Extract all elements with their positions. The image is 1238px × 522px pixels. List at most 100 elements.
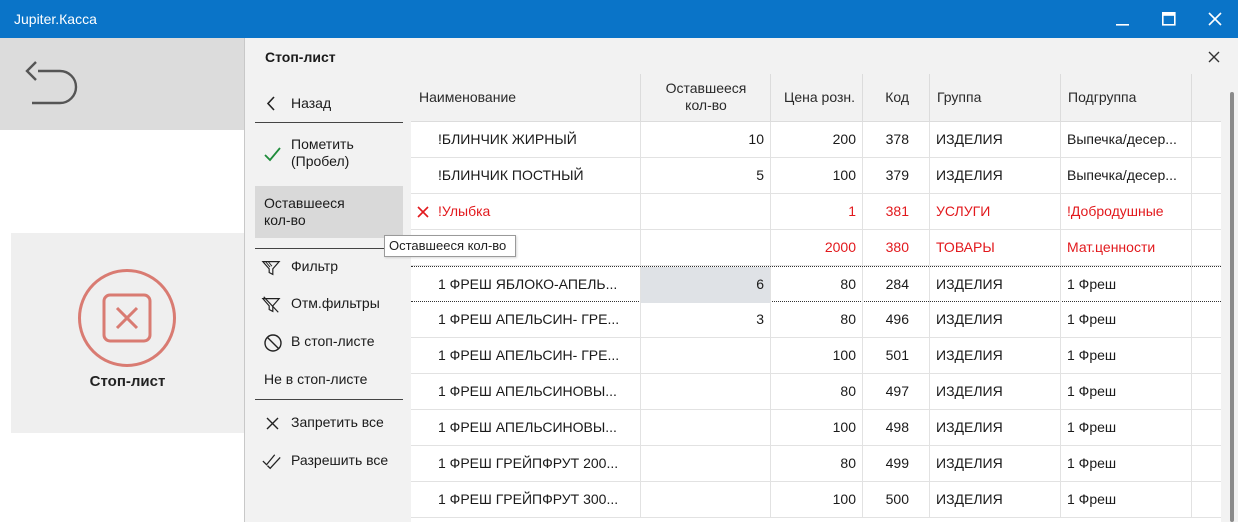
table-row[interactable]: 1 ФРЕШ ГРЕЙПФРУТ 300... 100 500 ИЗДЕЛИЯ 1 Фр… <box>411 482 1221 518</box>
cell-group[interactable]: УСЛУГИ <box>930 194 1061 230</box>
back-tile[interactable] <box>0 38 244 130</box>
column-header-name[interactable]: Наименование <box>411 74 641 122</box>
cell-subgroup[interactable]: 1 Фреш <box>1061 446 1192 482</box>
cell-subgroup[interactable]: 1 Фреш <box>1061 482 1192 518</box>
cell-remaining[interactable]: 5 <box>641 158 771 194</box>
cell-remaining[interactable] <box>641 410 771 446</box>
cell-price[interactable]: 80 <box>771 374 863 410</box>
cell-code[interactable]: 379 <box>863 158 930 194</box>
cell-group[interactable]: ИЗДЕЛИЯ <box>930 122 1061 158</box>
cell-subgroup[interactable]: Выпечка/десер... <box>1061 122 1192 158</box>
column-header-code[interactable]: Код <box>863 74 930 122</box>
allow-all-button[interactable]: Разрешить все <box>255 452 403 472</box>
in-stoplist-button[interactable]: В стоп-листе <box>255 333 403 353</box>
column-header-subgroup[interactable]: Подгруппа <box>1061 74 1192 122</box>
cell-code[interactable]: 381 <box>863 194 930 230</box>
cell-group[interactable]: ИЗДЕЛИЯ <box>930 446 1061 482</box>
chevron-left-icon <box>266 96 275 111</box>
cell-name[interactable]: 1 ФРЕШ АПЕЛЬСИНОВЫ... <box>411 410 641 446</box>
cell-group[interactable]: ИЗДЕЛИЯ <box>930 374 1061 410</box>
cell-group[interactable]: ИЗДЕЛИЯ <box>930 482 1061 518</box>
cell-price[interactable]: 100 <box>771 338 863 374</box>
cell-remaining[interactable] <box>641 230 771 266</box>
cell-code[interactable]: 497 <box>863 374 930 410</box>
cell-group[interactable]: ИЗДЕЛИЯ <box>930 158 1061 194</box>
cell-code[interactable]: 500 <box>863 482 930 518</box>
maximize-button[interactable] <box>1146 0 1192 38</box>
cell-price[interactable]: 80 <box>771 446 863 482</box>
close-button[interactable] <box>1192 0 1238 38</box>
cell-code[interactable]: 284 <box>863 267 930 303</box>
cell-remaining[interactable] <box>641 446 771 482</box>
cell-group[interactable]: ИЗДЕЛИЯ <box>930 410 1061 446</box>
cell-price[interactable]: 2000 <box>771 230 863 266</box>
cell-name[interactable]: 1 ФРЕШ АПЕЛЬСИНОВЫ... <box>411 374 641 410</box>
cell-code[interactable]: 498 <box>863 410 930 446</box>
remaining-qty-button[interactable]: Оставшееся кол-во <box>255 186 403 238</box>
table-row[interactable]: 2000 380 ТОВАРЫ Мат.ценности <box>411 230 1221 266</box>
clear-filters-button[interactable]: Отм.фильтры <box>255 295 403 315</box>
cell-remaining[interactable] <box>641 482 771 518</box>
cell-price[interactable]: 100 <box>771 482 863 518</box>
cell-subgroup[interactable]: Выпечка/десер... <box>1061 158 1192 194</box>
table-row[interactable]: !Улыбка 1 381 УСЛУГИ !Добродушные <box>411 194 1221 230</box>
cell-group[interactable]: ИЗДЕЛИЯ <box>930 338 1061 374</box>
column-header-group[interactable]: Группа <box>930 74 1061 122</box>
filter-button[interactable]: Фильтр <box>255 258 403 278</box>
cell-remaining[interactable]: 6 <box>641 267 771 303</box>
cell-name[interactable]: 1 ФРЕШ ГРЕЙПФРУТ 300... <box>411 482 641 518</box>
table-row[interactable]: !БЛИНЧИК ПОСТНЫЙ 5 100 379 ИЗДЕЛИЯ Выпечка/де… <box>411 158 1221 194</box>
cell-name[interactable]: !Улыбка <box>411 194 641 230</box>
cell-code[interactable]: 378 <box>863 122 930 158</box>
cell-name[interactable]: !БЛИНЧИК ПОСТНЫЙ <box>411 158 641 194</box>
cell-subgroup[interactable]: 1 Фреш <box>1061 338 1192 374</box>
cell-remaining[interactable]: 3 <box>641 302 771 338</box>
cell-code[interactable]: 380 <box>863 230 930 266</box>
cell-name[interactable]: 1 ФРЕШ АПЕЛЬСИН- ГРЕ... <box>411 338 641 374</box>
table-row[interactable]: 1 ФРЕШ АПЕЛЬСИНОВЫ... 80 497 ИЗДЕЛИЯ 1 Фреш <box>411 374 1221 410</box>
cell-price[interactable]: 80 <box>771 302 863 338</box>
cell-subgroup[interactable]: 1 Фреш <box>1061 410 1192 446</box>
table-row[interactable]: 1 ФРЕШ АПЕЛЬСИНОВЫ... 100 498 ИЗДЕЛИЯ 1 Фреш <box>411 410 1221 446</box>
table-row[interactable]: 1 ФРЕШ АПЕЛЬСИН- ГРЕ... 100 501 ИЗДЕЛИЯ 1 Фр… <box>411 338 1221 374</box>
cell-subgroup[interactable]: 1 Фреш <box>1061 374 1192 410</box>
cell-name[interactable]: 1 ФРЕШ ГРЕЙПФРУТ 200... <box>411 446 641 482</box>
table-row[interactable]: !БЛИНЧИК ЖИРНЫЙ 10 200 378 ИЗДЕЛИЯ Выпечка/де… <box>411 122 1221 158</box>
deny-all-button[interactable]: Запретить все <box>255 414 403 434</box>
cell-code[interactable]: 501 <box>863 338 930 374</box>
cell-group[interactable]: ИЗДЕЛИЯ <box>930 302 1061 338</box>
cell-remaining[interactable]: 10 <box>641 122 771 158</box>
cell-group[interactable]: ТОВАРЫ <box>930 230 1061 266</box>
cell-remaining[interactable] <box>641 194 771 230</box>
cell-name[interactable]: 1 ФРЕШ АПЕЛЬСИН- ГРЕ... <box>411 302 641 338</box>
cell-subgroup[interactable]: 1 Фреш <box>1061 302 1192 338</box>
dialog-close-button[interactable] <box>1201 44 1227 70</box>
table-row[interactable]: 1 ФРЕШ ЯБЛОКО-АПЕЛЬ... 6 80 284 ИЗДЕЛИЯ 1 Фре… <box>411 266 1221 303</box>
mark-button[interactable]: Пометить (Пробел) <box>255 136 403 172</box>
cell-price[interactable]: 100 <box>771 410 863 446</box>
back-button[interactable]: Назад <box>255 93 403 115</box>
cell-name[interactable]: 1 ФРЕШ ЯБЛОКО-АПЕЛЬ... <box>411 267 641 303</box>
table-row[interactable]: 1 ФРЕШ ГРЕЙПФРУТ 200... 80 499 ИЗДЕЛИЯ 1 Фре… <box>411 446 1221 482</box>
cell-group[interactable]: ИЗДЕЛИЯ <box>930 267 1061 303</box>
cell-price[interactable]: 80 <box>771 267 863 303</box>
column-header-price[interactable]: Цена розн. <box>771 74 863 122</box>
cell-subgroup[interactable]: 1 Фреш <box>1061 267 1192 303</box>
cell-name[interactable]: !БЛИНЧИК ЖИРНЫЙ <box>411 122 641 158</box>
not-in-stoplist-button[interactable]: Не в стоп-листе <box>255 371 403 391</box>
scrollbar-thumb[interactable] <box>1230 92 1234 522</box>
cell-remaining[interactable] <box>641 338 771 374</box>
stop-list-tile[interactable]: Стоп-лист <box>11 233 244 433</box>
cell-price[interactable]: 1 <box>771 194 863 230</box>
table-row[interactable]: 1 ФРЕШ АПЕЛЬСИН- ГРЕ... 3 80 496 ИЗДЕЛИЯ 1 Фр… <box>411 302 1221 338</box>
minimize-button[interactable] <box>1100 0 1146 38</box>
cell-price[interactable]: 100 <box>771 158 863 194</box>
cell-remaining[interactable] <box>641 374 771 410</box>
vertical-scrollbar[interactable] <box>1227 74 1237 522</box>
column-header-remaining[interactable]: Оставшееся кол-во <box>641 74 771 122</box>
cell-subgroup[interactable]: Мат.ценности <box>1061 230 1192 266</box>
cell-code[interactable]: 499 <box>863 446 930 482</box>
cell-subgroup[interactable]: !Добродушные <box>1061 194 1192 230</box>
cell-price[interactable]: 200 <box>771 122 863 158</box>
cell-code[interactable]: 496 <box>863 302 930 338</box>
